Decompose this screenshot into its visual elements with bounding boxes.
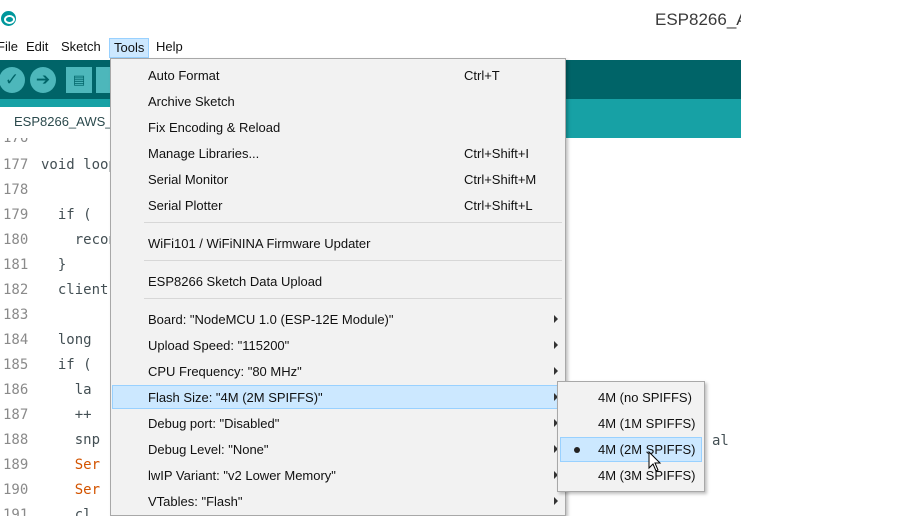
menu-item-cpu-frequency[interactable]: CPU Frequency: "80 MHz" xyxy=(112,359,564,383)
code-text: snp xyxy=(41,432,101,448)
line-number: 180 xyxy=(3,232,29,248)
code-text: if ( xyxy=(41,357,92,373)
line-number: 187 xyxy=(3,407,29,423)
menu-edit[interactable]: Edit xyxy=(22,38,52,58)
menu-item-label: Board: "NodeMCU 1.0 (ESP-12E Module)" xyxy=(148,312,394,327)
flash-option-3m-spiffs[interactable]: 4M (3M SPIFFS) xyxy=(560,463,702,488)
mouse-pointer-icon xyxy=(648,451,662,472)
flash-option-1m-spiffs[interactable]: 4M (1M SPIFFS) xyxy=(560,411,702,436)
code-text: Ser xyxy=(41,482,101,498)
line-number: 181 xyxy=(3,257,29,273)
menu-item-vtables[interactable]: VTables: "Flash" xyxy=(112,489,564,513)
menu-item-label: VTables: "Flash" xyxy=(148,494,243,509)
flash-option-label: 4M (1M SPIFFS) xyxy=(598,416,696,431)
shortcut-label: Ctrl+Shift+M xyxy=(464,172,537,187)
menu-tools[interactable]: Tools xyxy=(109,38,150,58)
line-number: 188 xyxy=(3,432,29,448)
code-text: ++ xyxy=(41,407,92,423)
flash-option-label: 4M (no SPIFFS) xyxy=(598,390,692,405)
code-text: cl xyxy=(41,507,92,516)
menu-item-serial-monitor[interactable]: Serial Monitor Ctrl+Shift+M xyxy=(112,167,564,191)
menu-item-label: Serial Plotter xyxy=(148,198,223,213)
menu-file[interactable]: File xyxy=(0,38,22,58)
menu-item-debug-port[interactable]: Debug port: "Disabled" xyxy=(112,411,564,435)
tab-sketch[interactable]: ESP8266_AWS_IoT xyxy=(0,107,120,138)
flash-option-2m-spiffs[interactable]: 4M (2M SPIFFS) xyxy=(560,437,702,462)
menu-item-archive-sketch[interactable]: Archive Sketch xyxy=(112,89,564,113)
menu-item-label: CPU Frequency: "80 MHz" xyxy=(148,364,302,379)
line-number: 191 xyxy=(3,507,29,516)
flash-option-label: 4M (2M SPIFFS) xyxy=(598,442,696,457)
submenu-arrow-icon xyxy=(554,497,558,505)
flash-size-submenu: 4M (no SPIFFS) 4M (1M SPIFFS) 4M (2M SPI… xyxy=(557,381,705,492)
menu-item-upload-speed[interactable]: Upload Speed: "115200" xyxy=(112,333,564,357)
upload-icon[interactable]: ➔ xyxy=(30,67,56,93)
menu-item-lwip-variant[interactable]: lwIP Variant: "v2 Lower Memory" xyxy=(112,463,564,487)
line-number: 184 xyxy=(3,332,29,348)
menu-item-data-upload[interactable]: ESP8266 Sketch Data Upload xyxy=(112,269,564,293)
line-number: 185 xyxy=(3,357,29,373)
verify-icon[interactable]: ✓ xyxy=(0,67,25,93)
menu-separator xyxy=(144,222,562,223)
menu-item-flash-size[interactable]: Flash Size: "4M (2M SPIFFS)" xyxy=(112,385,564,409)
menu-item-firmware-updater[interactable]: WiFi101 / WiFiNINA Firmware Updater xyxy=(112,231,564,255)
line-number: 178 xyxy=(3,182,29,198)
title-bar: ESP8266_AWS_IoT xyxy=(0,0,741,38)
line-number: 189 xyxy=(3,457,29,473)
menu-item-label: Upload Speed: "115200" xyxy=(148,338,290,353)
submenu-arrow-icon xyxy=(554,367,558,375)
selected-radio-icon xyxy=(574,447,580,453)
menu-bar: File Edit Sketch Tools Help xyxy=(0,36,741,58)
menu-item-label: Archive Sketch xyxy=(148,94,235,109)
tools-menu: Auto Format Ctrl+T Archive Sketch Fix Enc… xyxy=(110,58,566,516)
menu-item-board[interactable]: Board: "NodeMCU 1.0 (ESP-12E Module)" xyxy=(112,307,564,331)
menu-item-label: Serial Monitor xyxy=(148,172,229,187)
open-icon[interactable] xyxy=(96,67,110,93)
line-number: 177 xyxy=(3,157,29,173)
new-icon[interactable]: ▤ xyxy=(66,67,92,93)
arduino-logo-icon xyxy=(1,11,16,26)
code-text: Ser xyxy=(41,457,101,473)
line-number: 186 xyxy=(3,382,29,398)
line-number: 182 xyxy=(3,282,29,298)
code-text: client xyxy=(41,282,109,298)
menu-item-auto-format[interactable]: Auto Format Ctrl+T xyxy=(112,63,564,87)
submenu-arrow-icon xyxy=(554,315,558,323)
menu-item-manage-libraries[interactable]: Manage Libraries... Ctrl+Shift+I xyxy=(112,141,564,165)
menu-item-label: Flash Size: "4M (2M SPIFFS)" xyxy=(148,390,323,405)
window-title: ESP8266_AWS_IoT xyxy=(655,10,741,29)
menu-item-debug-level[interactable]: Debug Level: "None" xyxy=(112,437,564,461)
menu-item-label: WiFi101 / WiFiNINA Firmware Updater xyxy=(148,236,371,251)
line-number: 176 xyxy=(3,138,29,146)
menu-item-label: Manage Libraries... xyxy=(148,146,260,161)
shortcut-label: Ctrl+Shift+L xyxy=(464,198,533,213)
menu-item-label: ESP8266 Sketch Data Upload xyxy=(148,274,323,289)
line-number: 183 xyxy=(3,307,29,323)
code-text: long xyxy=(41,332,92,348)
code-text: } xyxy=(41,257,67,273)
menu-item-label: Fix Encoding & Reload xyxy=(148,120,281,135)
menu-sketch[interactable]: Sketch xyxy=(57,38,105,58)
menu-item-label: Debug Level: "None" xyxy=(148,442,269,457)
flash-option-label: 4M (3M SPIFFS) xyxy=(598,468,696,483)
menu-item-label: Auto Format xyxy=(148,68,220,83)
menu-separator xyxy=(144,260,562,261)
menu-item-label: Debug port: "Disabled" xyxy=(148,416,280,431)
shortcut-label: Ctrl+T xyxy=(464,68,500,83)
menu-item-fix-encoding[interactable]: Fix Encoding & Reload xyxy=(112,115,564,139)
shortcut-label: Ctrl+Shift+I xyxy=(464,146,530,161)
code-fragment: al xyxy=(712,433,729,449)
line-number: 179 xyxy=(3,207,29,223)
menu-item-serial-plotter[interactable]: Serial Plotter Ctrl+Shift+L xyxy=(112,193,564,217)
menu-help[interactable]: Help xyxy=(152,38,187,58)
submenu-arrow-icon xyxy=(554,341,558,349)
menu-separator xyxy=(144,298,562,299)
menu-item-label: lwIP Variant: "v2 Lower Memory" xyxy=(148,468,336,483)
line-number: 190 xyxy=(3,482,29,498)
code-text: la xyxy=(41,382,92,398)
flash-option-no-spiffs[interactable]: 4M (no SPIFFS) xyxy=(560,385,702,410)
code-text: if ( xyxy=(41,207,92,223)
